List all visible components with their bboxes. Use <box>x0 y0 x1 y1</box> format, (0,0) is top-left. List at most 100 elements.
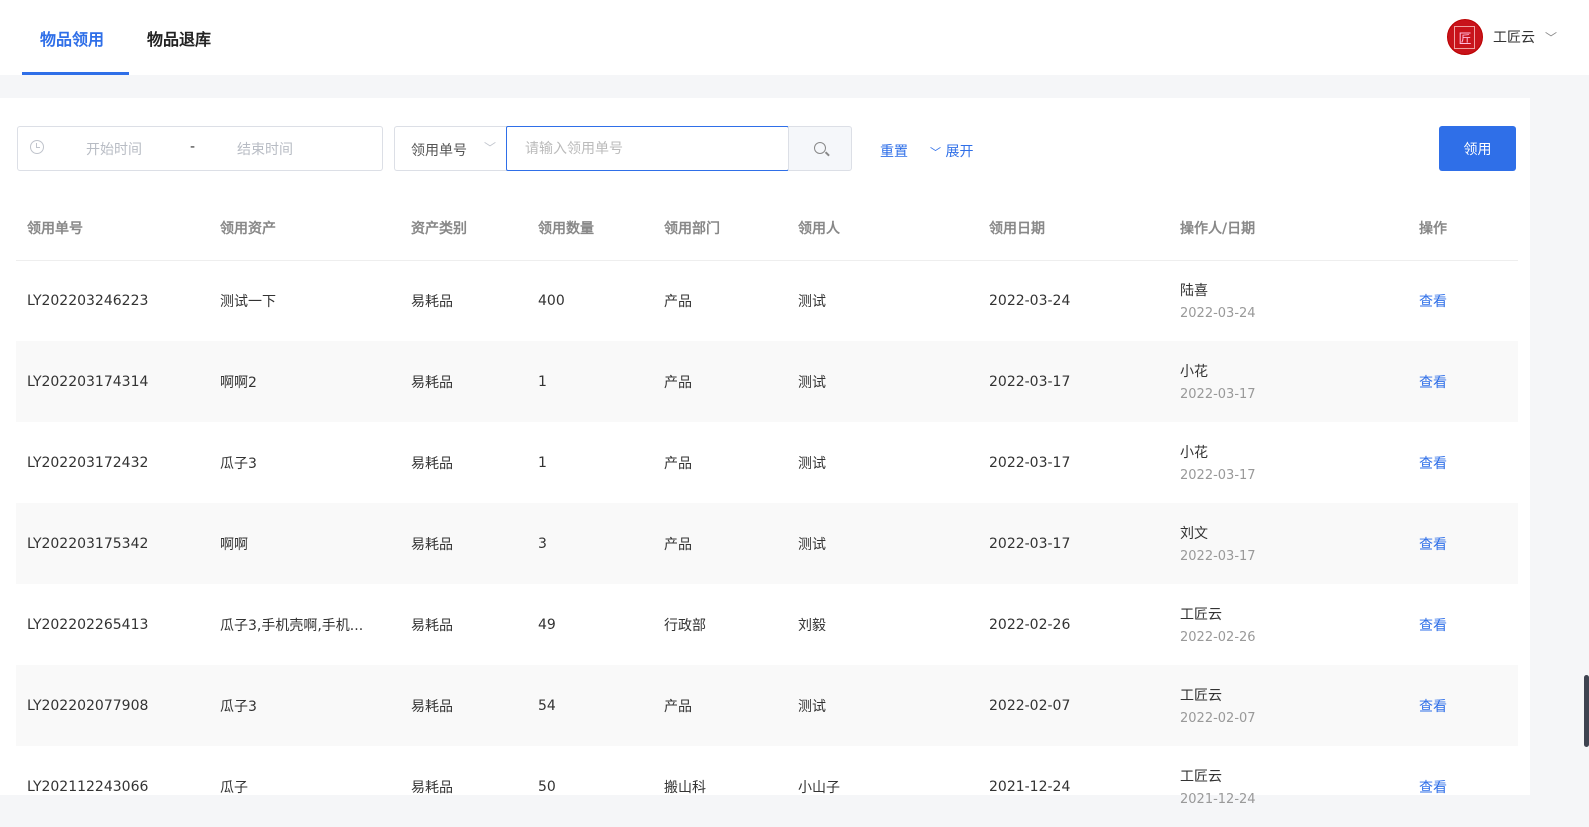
cell-id: LY202203246223 <box>27 292 149 309</box>
content-card: 开始时间 - 结束时间 领用单号 ﹀ 重置 ﹀ 展开 领用 领用单号领用资产资产… <box>0 98 1530 807</box>
cell-operator: 工匠云 2022-02-26 <box>1169 584 1408 665</box>
cell-qty: 54 <box>527 665 653 746</box>
cell-action: 查看 <box>1408 584 1518 665</box>
operator-date: 2022-03-17 <box>1180 468 1256 483</box>
cell-qty: 50 <box>538 778 556 795</box>
cell-person: 刘毅 <box>798 617 826 634</box>
column-header: 领用单号 <box>16 196 209 261</box>
reset-button[interactable]: 重置 <box>880 141 908 161</box>
tab-item-return[interactable]: 物品退库 <box>147 26 211 50</box>
column-header: 领用日期 <box>978 196 1169 261</box>
cell-id: LY202203174314 <box>16 341 209 422</box>
search-input[interactable] <box>506 126 789 171</box>
cell-qty: 49 <box>538 616 556 633</box>
table-row: LY202203246223 测试一下 易耗品 400 产品 测试 2022-03-24 陆喜… <box>16 260 1518 341</box>
cell-date: 2022-03-24 <box>989 292 1071 309</box>
operator-name: 陆喜 <box>1180 283 1208 300</box>
clock-icon <box>30 140 44 154</box>
operator-name: 刘文 <box>1180 526 1208 542</box>
search-field-select[interactable]: 领用单号 ﹀ <box>394 126 508 171</box>
cell-date: 2022-03-17 <box>989 454 1071 471</box>
cell-person: 测试 <box>798 455 826 472</box>
view-link[interactable]: 查看 <box>1419 294 1447 310</box>
cell-dept: 搬山科 <box>664 779 706 796</box>
table-header: 领用单号 领用资产 资产类别 领用数量 领用部门 领用人 领用日期 操作人/日期 操作 <box>16 196 1518 261</box>
search-field-value: 领用单号 <box>411 143 467 159</box>
cell-operator: 工匠云 2022-02-07 <box>1169 665 1408 746</box>
table-row: LY202202077908 瓜子3 易耗品 54 产品 测试 2022-02-07 工匠云 2… <box>16 665 1518 746</box>
cell-category: 易耗品 <box>400 665 527 746</box>
view-link[interactable]: 查看 <box>1419 780 1447 796</box>
cell-qty: 3 <box>527 503 653 584</box>
cell-person: 测试 <box>787 665 978 746</box>
column-header: 资产类别 <box>400 196 527 261</box>
cell-action: 查看 <box>1408 665 1518 746</box>
column-header: 操作 <box>1408 196 1518 261</box>
operator-name: 小花 <box>1180 445 1208 461</box>
cell-action: 查看 <box>1408 341 1518 422</box>
column-header: 领用资产 <box>209 196 400 261</box>
cell-qty: 1 <box>538 454 547 471</box>
user-name: 工匠云 <box>1492 30 1535 46</box>
cell-date: 2021-12-24 <box>989 778 1071 795</box>
tab-item-requisition[interactable]: 物品领用 <box>40 26 104 50</box>
end-date-input[interactable]: 结束时间 <box>237 139 293 159</box>
table-row: LY202203175342 啊啊 易耗品 3 产品 测试 2022-03-17 刘文 2022… <box>16 503 1518 584</box>
operator-date: 2022-02-07 <box>1180 711 1256 726</box>
user-menu[interactable]: 匠 工匠云 ﹀ <box>1446 19 1557 55</box>
column-header: 领用部门 <box>653 196 787 261</box>
cell-category: 易耗品 <box>400 503 527 584</box>
cell-operator: 小花 2022-03-17 <box>1169 341 1408 422</box>
cell-id: LY202202265413 <box>27 616 149 633</box>
view-link[interactable]: 查看 <box>1419 537 1447 553</box>
cell-person: 测试 <box>798 293 826 310</box>
search-button[interactable] <box>788 126 852 171</box>
view-link[interactable]: 查看 <box>1419 699 1447 715</box>
avatar: 匠 <box>1446 19 1483 55</box>
operator-date: 2022-02-26 <box>1180 630 1256 645</box>
date-range-picker[interactable]: 开始时间 - 结束时间 <box>17 126 383 171</box>
cell-action: 查看 <box>1408 746 1518 827</box>
cell-asset: 瓜子3 <box>209 665 400 746</box>
cell-date: 2022-02-07 <box>978 665 1169 746</box>
cell-id: LY202203175342 <box>16 503 209 584</box>
chevron-down-icon: ﹀ <box>1544 30 1557 45</box>
column-header: 操作人/日期 <box>1169 196 1408 261</box>
cell-category: 易耗品 <box>411 779 453 796</box>
cell-dept: 行政部 <box>664 617 706 634</box>
table-row: LY202203172432 瓜子3 易耗品 1 产品 测试 2022-03-17 小花 202… <box>16 422 1518 503</box>
date-separator: - <box>190 139 196 155</box>
operator-date: 2021-12-24 <box>1180 792 1256 807</box>
expand-button[interactable]: ﹀ 展开 <box>930 141 973 161</box>
cell-dept: 产品 <box>653 341 787 422</box>
requisition-button[interactable]: 领用 <box>1439 126 1516 171</box>
operator-date: 2022-03-24 <box>1180 306 1256 322</box>
cell-asset: 测试一下 <box>220 293 276 310</box>
cell-operator: 刘文 2022-03-17 <box>1169 503 1408 584</box>
cell-asset: 瓜子 <box>220 779 248 796</box>
cell-action: 查看 <box>1408 260 1518 341</box>
cell-date: 2022-03-17 <box>978 341 1169 422</box>
cell-operator: 小花 2022-03-17 <box>1169 422 1408 503</box>
chevron-down-icon: ﹀ <box>930 146 941 159</box>
view-link[interactable]: 查看 <box>1419 618 1447 634</box>
cell-dept: 产品 <box>653 503 787 584</box>
operator-name: 工匠云 <box>1180 769 1222 785</box>
avatar-logo: 匠 <box>1454 25 1476 49</box>
cell-asset: 啊啊 <box>209 503 400 584</box>
view-link[interactable]: 查看 <box>1419 375 1447 391</box>
cell-asset: 啊啊2 <box>209 341 400 422</box>
start-date-input[interactable]: 开始时间 <box>86 139 142 159</box>
cell-asset: 瓜子3,手机壳啊,手机... <box>220 617 364 634</box>
scrollbar[interactable] <box>1584 675 1589 747</box>
cell-action: 查看 <box>1408 503 1518 584</box>
cell-operator: 陆喜 2022-03-24 <box>1169 260 1408 341</box>
cell-dept: 产品 <box>664 293 692 310</box>
cell-date: 2022-02-26 <box>989 616 1071 633</box>
table-row: LY202112243066 瓜子 易耗品 50 搬山科 小山子 2021-12-24 工匠云… <box>16 746 1518 827</box>
cell-id: LY202203172432 <box>27 454 149 471</box>
chevron-down-icon: ﹀ <box>483 141 496 155</box>
cell-qty: 400 <box>538 292 565 309</box>
view-link[interactable]: 查看 <box>1419 456 1447 472</box>
operator-date: 2022-03-17 <box>1180 549 1256 564</box>
